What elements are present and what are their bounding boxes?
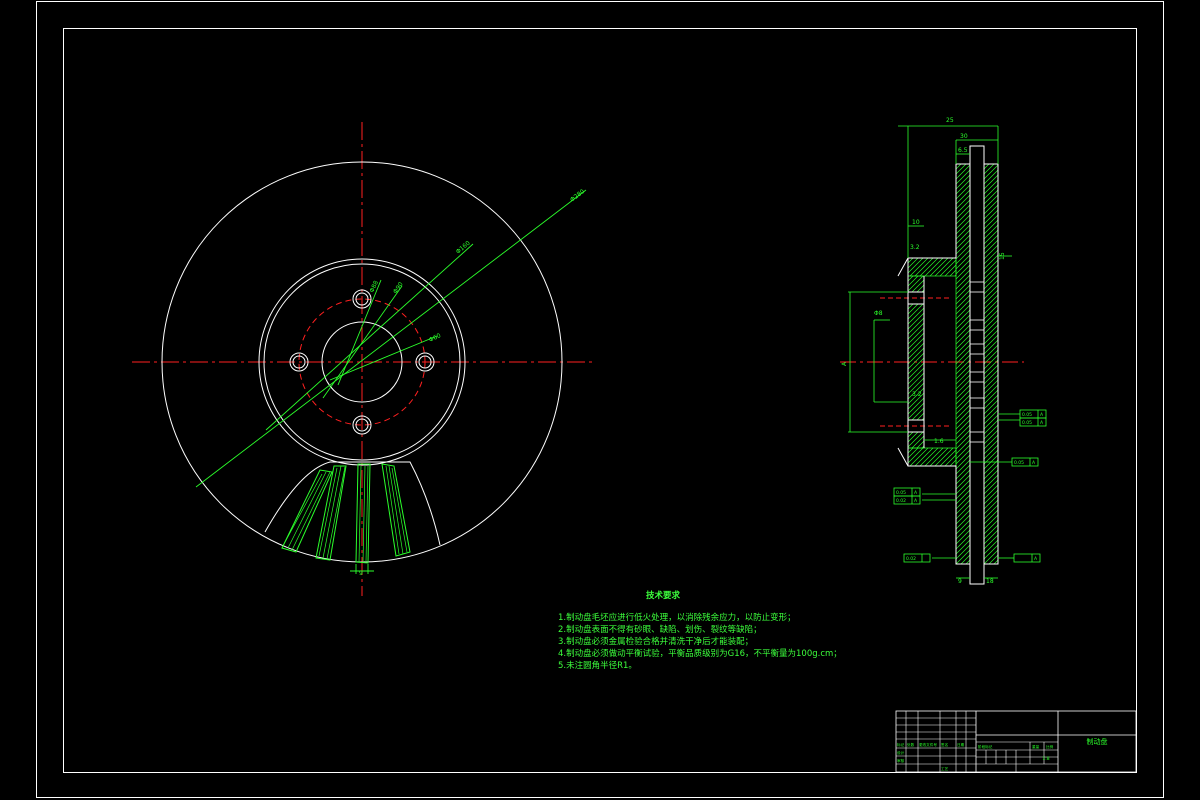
technical-notes: 技术要求 1.制动盘毛坯应进行低火处理，以消除残余应力，以防止变形； 2.制动盘…	[558, 590, 842, 672]
front-dim-label: 9	[359, 570, 363, 577]
section-dim-label: 6.5	[958, 147, 968, 154]
section-dim-label: 3.2	[910, 244, 920, 251]
title-block-label: 设计	[897, 750, 905, 755]
tolerance-value: 0.02	[906, 556, 916, 562]
title-block-label: 处数	[907, 742, 915, 747]
section-dim-label: 10	[912, 219, 920, 226]
tolerance-value: 0.05	[1014, 460, 1024, 466]
section-dim-label: 15	[999, 252, 1006, 260]
note-line-1: 1.制动盘毛坯应进行低火处理，以消除残余应力，以防止变形；	[558, 613, 796, 623]
note-line-2: 2.制动盘表面不得有砂眼、缺陷、划伤、裂纹等缺陷；	[558, 625, 762, 635]
title-block-label: 审核	[897, 758, 905, 763]
section-dim-label: 1.6	[934, 438, 944, 445]
section-dim-label: Φ8	[874, 310, 883, 317]
notes-title: 技术要求	[646, 591, 681, 601]
note-line-5: 5.未注圆角半径R1。	[558, 661, 637, 671]
section-dim-label: 9	[958, 578, 962, 585]
title-block-label: 重量	[1032, 744, 1040, 749]
title-block-label: 工艺	[941, 766, 949, 771]
tolerance-value: 0.05	[1022, 420, 1032, 426]
tolerance-value: 0.05	[896, 490, 906, 496]
section-dim-label: 3.2	[912, 391, 922, 398]
title-block-label: 签名	[941, 742, 949, 747]
tolerance-value: 0.05	[1022, 412, 1032, 418]
title-block-label: 比例	[1046, 744, 1054, 749]
title-block-label: 更改文件号	[919, 742, 937, 747]
part-name: 制动盘	[1087, 737, 1108, 746]
section-dim-label: 18	[986, 578, 994, 585]
tolerance-value: 0.02	[896, 498, 906, 504]
section-dim-label: 25	[946, 117, 954, 124]
note-line-3: 3.制动盘必须金属检验合格并清洗干净后才能装配；	[558, 637, 754, 647]
title-block-label: 日期	[957, 742, 965, 747]
section-dim-label: 30	[960, 133, 968, 140]
drawing-sheet: Φ280Φ160Φ90Φ88Φ609 25306.5103.2Φ83.21.69…	[0, 0, 1200, 800]
title-block-label: 标记	[897, 742, 905, 747]
title-block-label: 阶段标记	[978, 744, 993, 749]
scale-value: 1:8	[1042, 756, 1049, 762]
note-line-4: 4.制动盘必须做动平衡试验，平衡品质级别为G16，不平衡量为100g.cm；	[558, 649, 842, 659]
